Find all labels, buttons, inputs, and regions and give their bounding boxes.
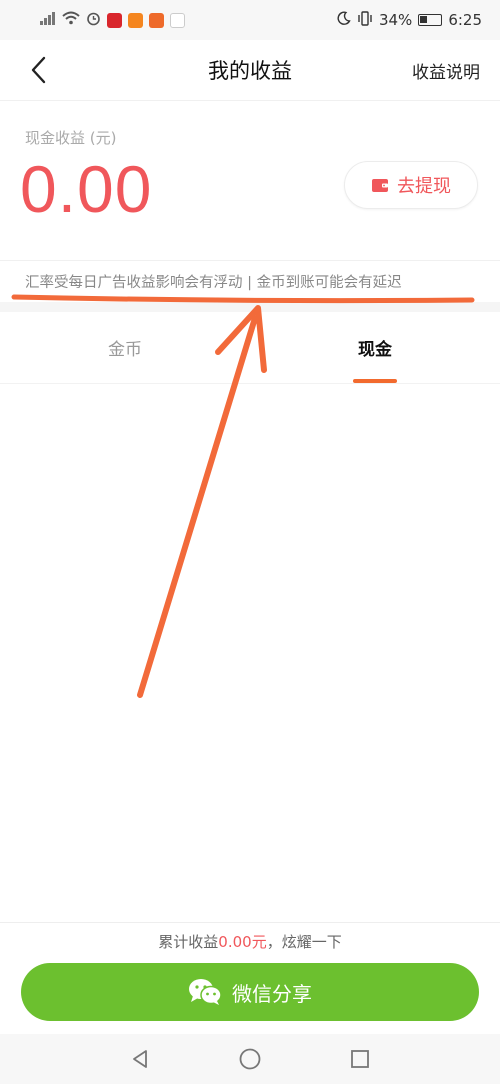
signal-icon bbox=[40, 11, 56, 29]
nav-bar: 我的收益 收益说明 bbox=[0, 40, 500, 100]
status-time: 6:25 bbox=[448, 11, 482, 29]
system-nav-bar bbox=[0, 1034, 500, 1084]
share-label: 微信分享 bbox=[232, 981, 312, 1006]
share-panel: 累计收益0.00元，炫耀一下 微信分享 bbox=[0, 922, 500, 1034]
status-left bbox=[40, 11, 185, 30]
page-title: 我的收益 bbox=[208, 59, 292, 83]
wechat-share-button[interactable]: 微信分享 bbox=[21, 963, 479, 1021]
withdraw-button[interactable]: 去提现 bbox=[344, 161, 478, 209]
withdraw-label: 去提现 bbox=[397, 176, 451, 197]
status-right: 34% 6:25 bbox=[336, 10, 482, 30]
system-recents-button[interactable] bbox=[345, 1044, 375, 1074]
circle-home-icon bbox=[239, 1048, 261, 1070]
exchange-rate-notice: 汇率受每日广告收益影响会有浮动 | 金币到账可能会有延迟 bbox=[0, 260, 500, 302]
tab-cash[interactable]: 现金 bbox=[250, 312, 500, 383]
cash-earnings-amount: 0.00 bbox=[20, 152, 153, 226]
earnings-explanation-link[interactable]: 收益说明 bbox=[412, 58, 480, 83]
square-recents-icon bbox=[351, 1050, 369, 1068]
section-divider bbox=[0, 302, 500, 312]
earnings-tabs: 金币 现金 bbox=[0, 312, 500, 384]
moon-icon bbox=[336, 11, 351, 30]
wifi-icon bbox=[62, 11, 80, 29]
wallet-icon bbox=[372, 179, 388, 192]
cash-records-list bbox=[0, 384, 500, 922]
app-icon-orange bbox=[128, 12, 143, 28]
tab-cash-label: 现金 bbox=[358, 340, 392, 360]
status-bar: 34% 6:25 bbox=[0, 0, 500, 40]
tab-coins-label: 金币 bbox=[108, 340, 142, 360]
battery-percent: 34% bbox=[378, 11, 413, 29]
total-amount: 0.00元 bbox=[218, 933, 267, 951]
app-icon-red bbox=[107, 12, 122, 28]
tab-coins[interactable]: 金币 bbox=[0, 312, 250, 383]
total-earnings-text: 累计收益0.00元，炫耀一下 bbox=[0, 931, 500, 952]
app-icon-orange-2 bbox=[149, 12, 164, 28]
app-icon-color bbox=[170, 12, 185, 28]
back-button[interactable] bbox=[20, 52, 56, 88]
alarm-icon bbox=[86, 11, 101, 30]
total-prefix: 累计收益 bbox=[158, 933, 219, 951]
chevron-left-icon bbox=[31, 56, 46, 84]
cash-earnings-label: 现金收益 (元) bbox=[25, 129, 117, 147]
total-suffix: ，炫耀一下 bbox=[266, 933, 342, 951]
system-back-button[interactable] bbox=[125, 1044, 155, 1074]
system-home-button[interactable] bbox=[235, 1044, 265, 1074]
earnings-card: 现金收益 (元) 0.00 去提现 bbox=[0, 100, 500, 260]
battery-icon bbox=[418, 14, 443, 26]
vibrate-icon bbox=[357, 10, 373, 30]
triangle-back-icon bbox=[133, 1050, 147, 1068]
wechat-icon bbox=[189, 979, 222, 1005]
